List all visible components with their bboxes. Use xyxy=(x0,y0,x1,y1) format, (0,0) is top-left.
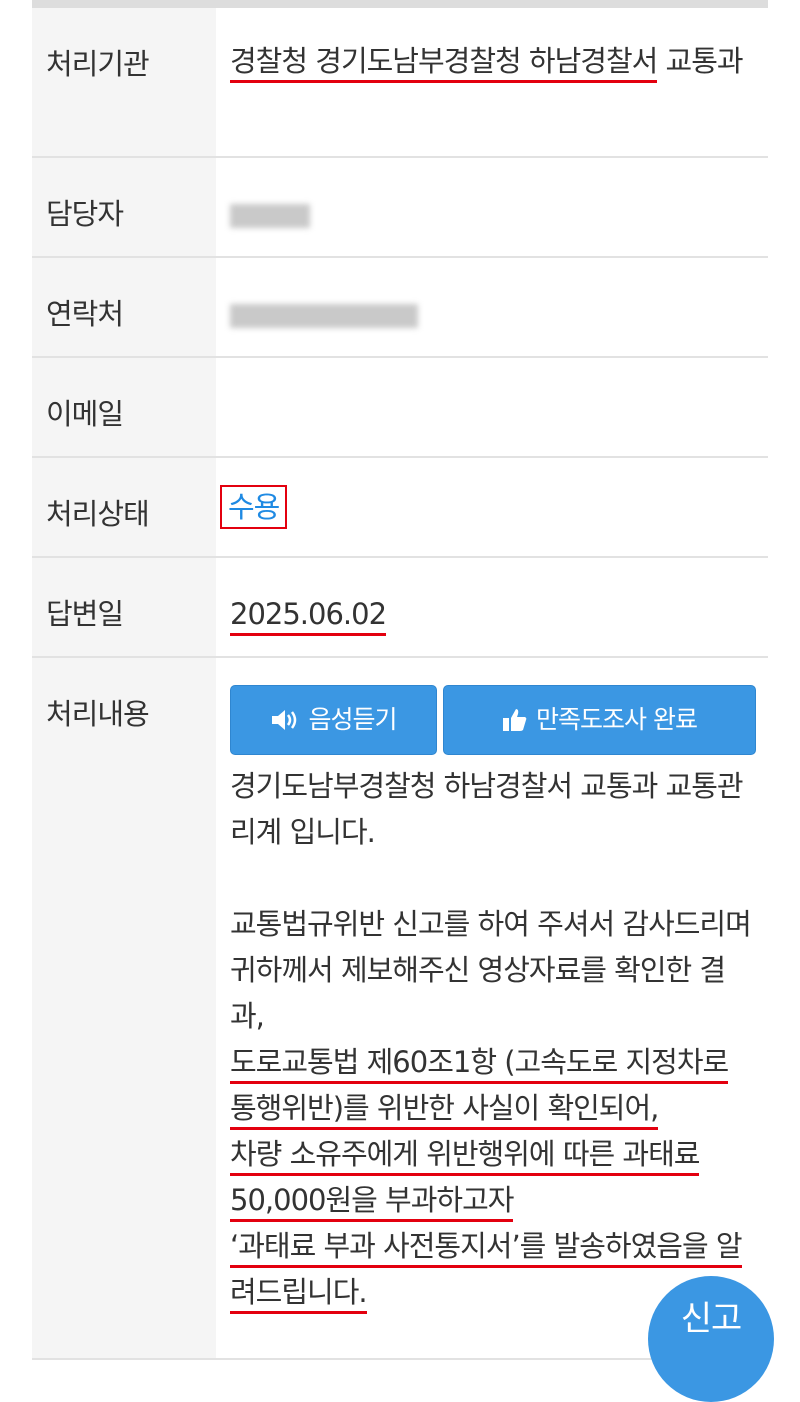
agency-value-underlined: 경찰청 경기도남부경찰청 하남경찰서 xyxy=(230,44,658,83)
content-buttons: 음성듣기 만족도조사 완료 xyxy=(230,685,758,755)
status-value-cell: 수용 xyxy=(216,458,768,556)
survey-button-label: 만족도조사 완료 xyxy=(536,705,698,734)
speaker-icon xyxy=(272,710,297,730)
answer-date-value: 2025.06.02 xyxy=(230,597,387,636)
content-line-b: 차량 소유주에게 위반행위에 따른 과태료 50,000원을 부과하고자 xyxy=(230,1131,758,1223)
content-line-b-text: 차량 소유주에게 위반행위에 따른 과태료 50,000원을 부과하고자 xyxy=(230,1137,700,1222)
content-label: 처리내용 xyxy=(32,658,216,1358)
row-status: 처리상태 수용 xyxy=(32,458,768,558)
manager-label: 담당자 xyxy=(32,158,216,256)
thumbs-up-icon xyxy=(503,709,527,731)
agency-value-rest: 교통과 xyxy=(657,44,744,78)
contact-value xyxy=(216,258,768,356)
email-label: 이메일 xyxy=(32,358,216,456)
email-value xyxy=(216,358,768,456)
row-content: 처리내용 음성듣기 만족도조사 완료 경기도남부경찰청 하남경찰서 교통과 교통… xyxy=(32,658,768,1360)
status-badge: 수용 xyxy=(220,485,288,529)
agency-label: 처리기관 xyxy=(32,8,216,156)
content-para-2: 교통법규위반 신고를 하여 주셔서 감사드리며 귀하께서 제보해주신 영상자료를… xyxy=(230,907,752,1033)
row-answer-date: 답변일 2025.06.02 xyxy=(32,558,768,658)
row-contact: 연락처 xyxy=(32,258,768,358)
row-agency: 처리기관 경찰청 경기도남부경찰청 하남경찰서 교통과 xyxy=(32,8,768,158)
contact-label: 연락처 xyxy=(32,258,216,356)
contact-redacted xyxy=(230,304,418,328)
content-line-a-text: 도로교통법 제60조1항 (고속도로 지정차로 통행위반)를 위반한 사실이 확… xyxy=(230,1045,729,1130)
voice-button[interactable]: 음성듣기 xyxy=(230,685,437,755)
content-value: 음성듣기 만족도조사 완료 경기도남부경찰청 하남경찰서 교통과 교통관리계 입… xyxy=(216,658,768,1358)
agency-value: 경찰청 경기도남부경찰청 하남경찰서 교통과 xyxy=(216,8,768,156)
content-para-1: 경기도남부경찰청 하남경찰서 교통과 교통관리계 입니다. xyxy=(230,769,744,849)
content-line-a: 도로교통법 제60조1항 (고속도로 지정차로 통행위반)를 위반한 사실이 확… xyxy=(230,1039,758,1131)
row-email: 이메일 xyxy=(32,358,768,458)
voice-button-label: 음성듣기 xyxy=(308,705,397,734)
table-top-border xyxy=(32,0,768,8)
report-detail-table: 처리기관 경찰청 경기도남부경찰청 하남경찰서 교통과 담당자 연락처 이메일 … xyxy=(32,8,768,1360)
answer-date-label: 답변일 xyxy=(32,558,216,656)
manager-redacted xyxy=(230,204,310,228)
status-label: 처리상태 xyxy=(32,458,216,556)
manager-value xyxy=(216,158,768,256)
answer-date-value-cell: 2025.06.02 xyxy=(216,558,768,656)
survey-button[interactable]: 만족도조사 완료 xyxy=(443,685,756,755)
report-fab-button[interactable]: 신고 xyxy=(648,1276,774,1402)
row-manager: 담당자 xyxy=(32,158,768,258)
